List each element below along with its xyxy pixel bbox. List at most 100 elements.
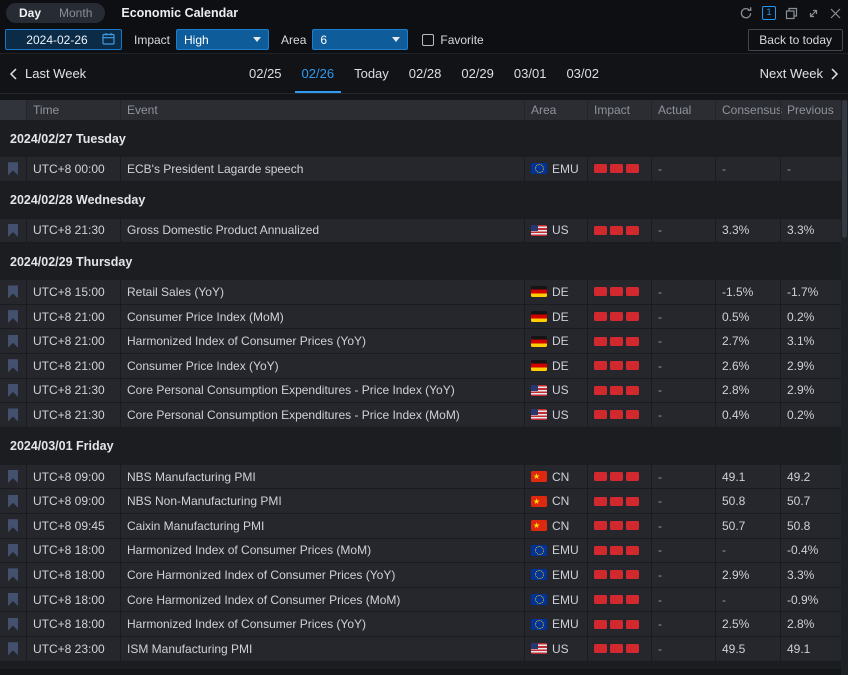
impact-cell <box>587 403 651 427</box>
week-day-tab[interactable]: Today <box>347 54 396 93</box>
bookmark-icon[interactable] <box>8 408 18 421</box>
event-area: US <box>524 637 587 661</box>
refresh-icon[interactable] <box>739 6 753 20</box>
area-select[interactable]: 6 <box>312 29 408 50</box>
bookmark-icon[interactable] <box>8 618 18 631</box>
actual-value: - <box>651 539 715 563</box>
last-week-button[interactable]: Last Week <box>0 66 95 81</box>
event-name: Core Harmonized Index of Consumer Prices… <box>120 563 524 587</box>
week-days: 02/25 02/26 Today 02/28 02/29 03/01 03/0… <box>0 54 848 93</box>
date-group-header: 2024/02/29 Thursday <box>0 243 841 280</box>
week-day-tab[interactable]: 02/29 <box>454 54 501 93</box>
actual-value: - <box>651 305 715 329</box>
table-row[interactable]: UTC+8 09:00 NBS Non-Manufacturing PMI CN… <box>0 489 841 514</box>
calendar-icon[interactable] <box>102 32 115 48</box>
country-flag-icon <box>531 619 547 630</box>
consensus-value: 2.9% <box>715 563 780 587</box>
event-area: DE <box>524 354 587 378</box>
table-row[interactable]: UTC+8 00:00 ECB's President Lagarde spee… <box>0 157 841 182</box>
date-group-header: 2024/02/27 Tuesday <box>0 120 841 157</box>
table-row[interactable]: UTC+8 18:00 Harmonized Index of Consumer… <box>0 539 841 564</box>
col-actual: Actual <box>651 100 715 120</box>
previous-value: 3.3% <box>780 219 841 243</box>
chevron-down-icon <box>253 37 261 42</box>
country-flag-icon <box>531 336 547 347</box>
tab-month[interactable]: Month <box>50 3 101 23</box>
impact-cell <box>587 305 651 329</box>
panel-count-badge[interactable]: 1 <box>762 6 776 20</box>
table-row[interactable]: UTC+8 21:00 Consumer Price Index (MoM) D… <box>0 305 841 330</box>
table-row[interactable]: UTC+8 18:00 Core Harmonized Index of Con… <box>0 588 841 613</box>
country-flag-icon <box>531 311 547 322</box>
table-row[interactable]: UTC+8 18:00 Harmonized Index of Consumer… <box>0 612 841 637</box>
expand-icon[interactable] <box>807 7 820 20</box>
table-row[interactable]: UTC+8 21:00 Harmonized Index of Consumer… <box>0 329 841 354</box>
filter-bar: 2024-02-26 Impact High Area 6 Favorite B… <box>0 26 848 54</box>
event-time: UTC+8 18:00 <box>26 563 120 587</box>
table-row[interactable]: UTC+8 15:00 Retail Sales (YoY) DE - -1.5… <box>0 280 841 305</box>
impact-cell <box>587 465 651 489</box>
table-row[interactable]: UTC+8 23:00 ISM Manufacturing PMI US - 4… <box>0 637 841 662</box>
week-nav: Last Week 02/25 02/26 Today 02/28 02/29 … <box>0 54 848 94</box>
country-flag-icon <box>531 360 547 371</box>
next-week-button[interactable]: Next Week <box>751 66 848 81</box>
bookmark-icon[interactable] <box>8 568 18 581</box>
bookmark-icon[interactable] <box>8 593 18 606</box>
bookmark-icon[interactable] <box>8 224 18 237</box>
event-name: Harmonized Index of Consumer Prices (MoM… <box>120 539 524 563</box>
impact-select[interactable]: High <box>176 29 269 50</box>
close-icon[interactable] <box>829 7 842 20</box>
previous-value: 50.7 <box>780 489 841 513</box>
scrollbar-thumb[interactable] <box>842 100 847 238</box>
week-day-tab[interactable]: 03/01 <box>507 54 554 93</box>
col-time: Time <box>26 100 120 120</box>
table-row[interactable]: UTC+8 18:00 Core Harmonized Index of Con… <box>0 563 841 588</box>
bookmark-icon[interactable] <box>8 470 18 483</box>
event-area: US <box>524 379 587 403</box>
event-name: Core Personal Consumption Expenditures -… <box>120 379 524 403</box>
week-day-tab[interactable]: 02/26 <box>295 54 342 93</box>
bookmark-icon[interactable] <box>8 285 18 298</box>
country-flag-icon <box>531 471 547 482</box>
bookmark-icon[interactable] <box>8 359 18 372</box>
tab-day[interactable]: Day <box>10 3 50 23</box>
table-row[interactable]: UTC+8 09:45 Caixin Manufacturing PMI CN … <box>0 514 841 539</box>
event-area: EMU <box>524 588 587 612</box>
consensus-value: 2.7% <box>715 329 780 353</box>
table-row[interactable]: UTC+8 21:30 Core Personal Consumption Ex… <box>0 403 841 428</box>
bookmark-icon[interactable] <box>8 519 18 532</box>
table-row[interactable]: UTC+8 21:30 Gross Domestic Product Annua… <box>0 219 841 244</box>
bookmark-icon[interactable] <box>8 544 18 557</box>
actual-value: - <box>651 588 715 612</box>
event-time: UTC+8 18:00 <box>26 612 120 636</box>
back-to-today-button[interactable]: Back to today <box>748 29 843 51</box>
bookmark-icon[interactable] <box>8 384 18 397</box>
col-previous: Previous <box>780 100 841 120</box>
previous-value: -0.4% <box>780 539 841 563</box>
week-day-tab[interactable]: 02/28 <box>402 54 449 93</box>
bookmark-icon[interactable] <box>8 642 18 655</box>
actual-value: - <box>651 329 715 353</box>
impact-cell <box>587 539 651 563</box>
country-flag-icon <box>531 545 547 556</box>
table-row[interactable]: UTC+8 21:30 Core Personal Consumption Ex… <box>0 379 841 404</box>
previous-value: 3.3% <box>780 563 841 587</box>
table-row[interactable]: UTC+8 09:00 NBS Manufacturing PMI CN - 4… <box>0 465 841 490</box>
bookmark-icon[interactable] <box>8 310 18 323</box>
week-day-tab[interactable]: 02/25 <box>242 54 289 93</box>
bookmark-icon[interactable] <box>8 495 18 508</box>
bookmark-icon[interactable] <box>8 335 18 348</box>
actual-value: - <box>651 637 715 661</box>
actual-value: - <box>651 612 715 636</box>
restore-window-icon[interactable] <box>785 7 798 20</box>
favorite-checkbox[interactable] <box>422 34 434 46</box>
vertical-scrollbar[interactable] <box>841 100 848 675</box>
area-label: Area <box>281 33 306 47</box>
consensus-value: 2.6% <box>715 354 780 378</box>
week-day-tab[interactable]: 03/02 <box>559 54 606 93</box>
date-picker[interactable]: 2024-02-26 <box>5 29 122 50</box>
impact-label: Impact <box>134 33 170 47</box>
table-row[interactable]: UTC+8 21:00 Consumer Price Index (YoY) D… <box>0 354 841 379</box>
actual-value: - <box>651 379 715 403</box>
bookmark-icon[interactable] <box>8 162 18 175</box>
